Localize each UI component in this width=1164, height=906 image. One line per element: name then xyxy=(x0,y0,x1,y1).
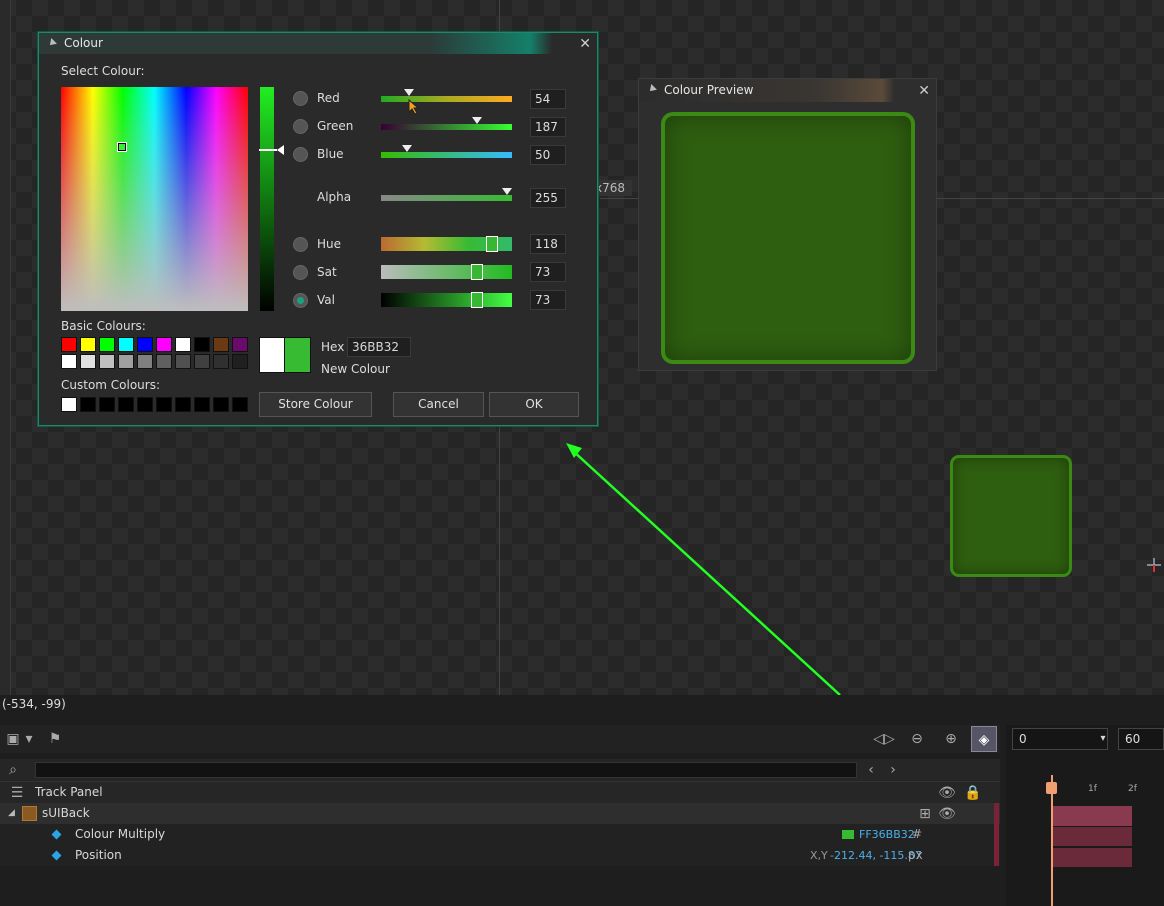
track-unit: px xyxy=(908,848,923,862)
keyframe-block-group[interactable] xyxy=(1052,806,1132,826)
track-value[interactable]: FF36BB32 xyxy=(859,824,915,845)
search-icon: ⌕ xyxy=(9,762,17,778)
view-mode-icon[interactable]: ▣ xyxy=(2,728,24,750)
playhead[interactable] xyxy=(1051,775,1053,906)
frame-tick-1: 1f xyxy=(1088,784,1097,794)
sequence-toolbar: ▣ ▾ ⚑ ◁▷ ⊖ ⊕ ◈ xyxy=(0,725,1000,753)
add-track-icon[interactable]: ⊞ xyxy=(914,803,936,825)
flag-icon[interactable]: ⚑ xyxy=(44,728,66,750)
search-row: ⌕ ‹ › xyxy=(0,759,1000,781)
track-row-position[interactable]: Position X,Y -212.44, -115.87 px xyxy=(0,845,1000,866)
add-key-icon[interactable]: ⊕ xyxy=(940,728,962,750)
track-name: Position xyxy=(75,848,122,862)
keyframe-block-position[interactable] xyxy=(1052,848,1132,867)
record-key-icon[interactable]: ◈ xyxy=(971,726,997,752)
track-name: Colour Multiply xyxy=(75,827,166,841)
room-canvas[interactable]: x768 Colour Preview ✕ Colour ✕ Select Co… xyxy=(0,0,1164,695)
chevron-right-icon[interactable]: › xyxy=(882,759,904,781)
frame-current-field[interactable]: 0 xyxy=(1012,728,1108,750)
frame-length-field[interactable]: 60 xyxy=(1118,728,1164,750)
lock-icon[interactable]: 🔒 xyxy=(962,782,984,804)
eye-icon[interactable]: 👁 xyxy=(936,803,958,825)
chevron-left-icon[interactable]: ‹ xyxy=(860,759,882,781)
playhead-handle[interactable] xyxy=(1046,782,1057,794)
sort-menu-icon[interactable]: ☰ xyxy=(6,782,28,804)
key-diamond-icon xyxy=(51,829,62,840)
annotation-arrow xyxy=(566,443,841,695)
expand-icon[interactable]: ◢ xyxy=(8,803,15,824)
sequence-editor[interactable]: ▣ ▾ ⚑ ◁▷ ⊖ ⊕ ◈ ⌕ ‹ › ☰ Track Panel 👁 🔒 ◢… xyxy=(0,713,1164,906)
colour-swatch[interactable] xyxy=(842,830,854,839)
sprite-icon xyxy=(22,806,37,821)
coords-readout: (-534, -99) xyxy=(0,695,1164,713)
remove-key-icon[interactable]: ⊖ xyxy=(906,728,928,750)
track-row-colour-multiply[interactable]: Colour Multiply FF36BB32 # xyxy=(0,824,1000,845)
track-panel-header: ☰ Track Panel 👁 🔒 xyxy=(0,781,1000,803)
chevron-down-icon[interactable]: ▾ xyxy=(1097,728,1109,750)
prev-key-icon[interactable]: ◁▷ xyxy=(873,728,895,750)
track-panel-label: Track Panel xyxy=(35,785,103,799)
track-row-group[interactable]: ◢ sUIBack ⊞ 👁 xyxy=(0,803,1000,824)
frame-tick-2: 2f xyxy=(1128,784,1137,794)
track-unit: # xyxy=(912,827,923,841)
track-selection-bar xyxy=(994,803,999,866)
track-prefix: X,Y xyxy=(810,849,828,862)
key-diamond-icon xyxy=(51,850,62,861)
keyframe-block-colour[interactable] xyxy=(1052,827,1132,846)
group-name: sUIBack xyxy=(42,806,90,820)
eye-icon[interactable]: 👁 xyxy=(936,782,958,804)
chevron-down-icon[interactable]: ▾ xyxy=(22,728,36,750)
search-input[interactable] xyxy=(35,762,857,778)
